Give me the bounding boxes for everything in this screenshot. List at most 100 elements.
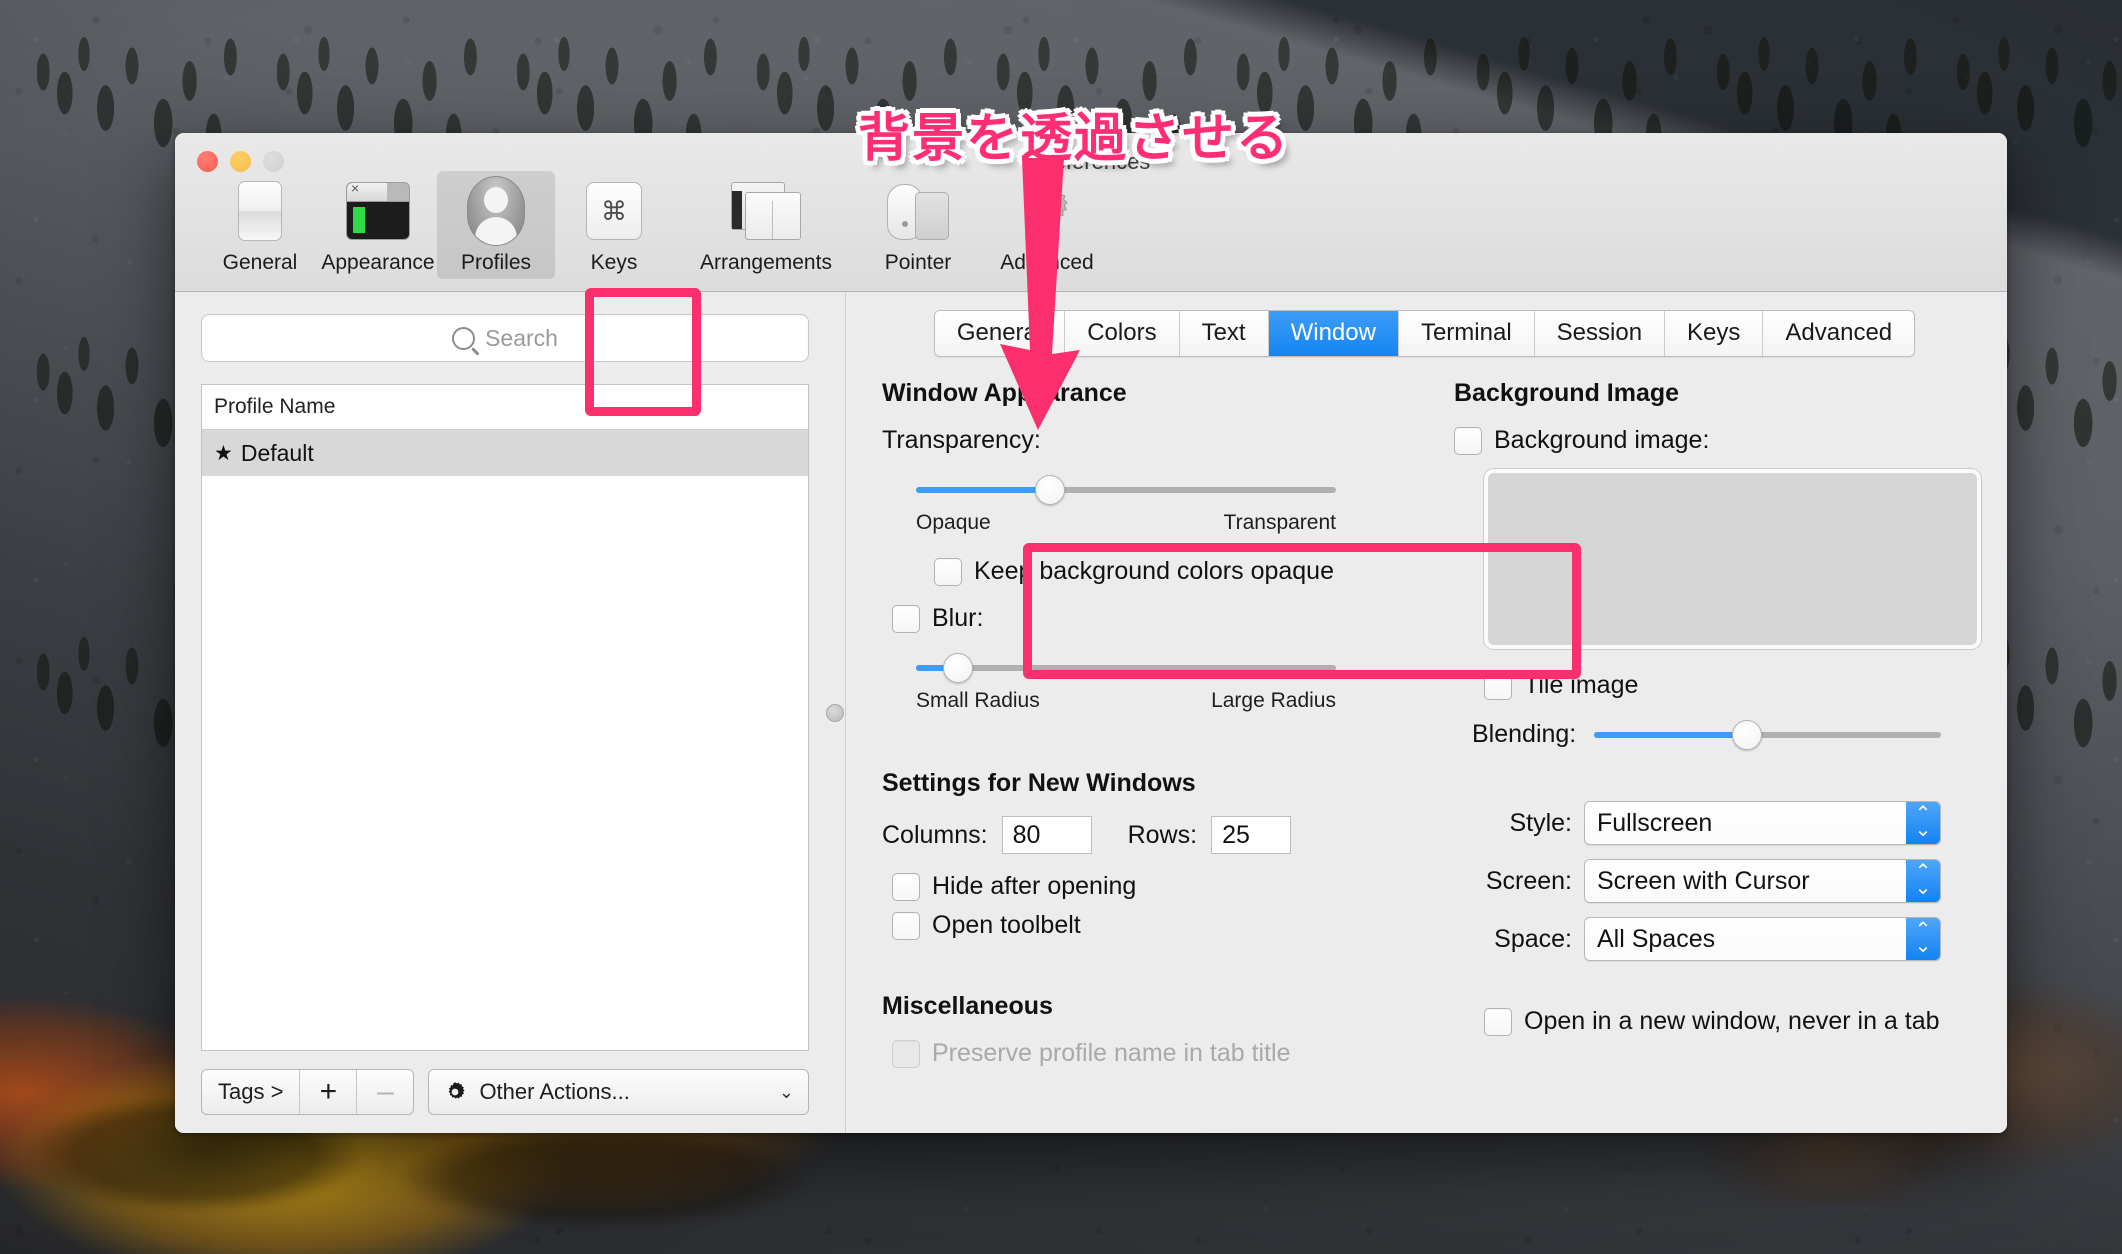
stepper-arrows-icon: ⌃ ⌄ xyxy=(1906,860,1940,902)
keys-icon: ⌘ xyxy=(586,177,642,245)
background-image-checkbox[interactable]: Background image: xyxy=(1454,426,1981,455)
checkbox-label: Blur: xyxy=(932,604,984,632)
toolbar-label: Arrangements xyxy=(700,251,832,274)
annotation-arrow-icon xyxy=(1000,158,1080,430)
tab-advanced[interactable]: Advanced xyxy=(1763,311,1915,356)
profiles-sidebar: Search Profile Name ★ Default Tags > + – xyxy=(175,292,835,1133)
column-header-profile-name[interactable]: Profile Name xyxy=(202,385,808,430)
preserve-profile-name-checkbox: Preserve profile name in tab title xyxy=(892,1039,1428,1068)
checkbox-box[interactable] xyxy=(892,604,920,633)
pointer-icon xyxy=(885,177,951,245)
checkbox-label: Preserve profile name in tab title xyxy=(932,1039,1291,1067)
blending-slider[interactable] xyxy=(1594,719,1941,750)
annotation-highlight-profiles xyxy=(585,288,701,416)
stepper-arrows-icon: ⌃ ⌄ xyxy=(1906,802,1940,844)
checkbox-box[interactable] xyxy=(892,872,920,901)
style-value: Fullscreen xyxy=(1585,802,1906,844)
toolbar-item-appearance[interactable]: Appearance xyxy=(319,171,437,279)
toolbar-label: Appearance xyxy=(321,251,435,274)
space-row: Space: All Spaces ⌃ ⌄ xyxy=(1454,917,1941,961)
columns-label: Columns: xyxy=(882,820,988,849)
tab-terminal[interactable]: Terminal xyxy=(1398,311,1535,356)
add-profile-button[interactable]: + xyxy=(300,1070,358,1114)
profiles-bottom-bar: Tags > + – Other Actions... ⌄ xyxy=(201,1069,809,1115)
toolbar-item-keys[interactable]: ⌘ Keys xyxy=(555,171,673,279)
annotation-highlight-transparency xyxy=(1023,543,1581,679)
toolbar-item-general[interactable]: General xyxy=(201,171,319,279)
checkbox-box[interactable] xyxy=(892,911,920,940)
transparency-slider-labels: Opaque Transparent xyxy=(916,511,1336,535)
pane-splitter[interactable] xyxy=(826,292,846,1133)
checkbox-label: Hide after opening xyxy=(932,872,1137,900)
other-actions-label: Other Actions... xyxy=(479,1079,630,1104)
transparency-slider[interactable] xyxy=(916,475,1336,505)
general-icon xyxy=(238,177,282,245)
style-row: Style: Fullscreen ⌃ ⌄ xyxy=(1454,801,1941,845)
search-placeholder: Search xyxy=(485,324,558,351)
section-heading-settings-new-windows: Settings for New Windows xyxy=(882,769,1196,797)
style-select[interactable]: Fullscreen ⌃ ⌄ xyxy=(1584,801,1941,845)
space-select[interactable]: All Spaces ⌃ ⌄ xyxy=(1584,917,1941,961)
transparency-max-label: Transparent xyxy=(1223,511,1336,534)
blur-min-label: Small Radius xyxy=(916,689,1040,712)
window-tab-panel: Window Appearance Transparency: Opaque T… xyxy=(868,357,1981,1133)
arrangements-icon xyxy=(731,177,801,245)
open-toolbelt-checkbox[interactable]: Open toolbelt xyxy=(892,911,1428,940)
search-input[interactable]: Search xyxy=(201,314,809,362)
hide-after-opening-checkbox[interactable]: Hide after opening xyxy=(892,872,1428,901)
toolbar-label: Profiles xyxy=(460,251,532,274)
window-options-group: Style: Fullscreen ⌃ ⌄ Screen: Screen with… xyxy=(1454,801,1981,961)
tags-button[interactable]: Tags > xyxy=(202,1070,301,1114)
gear-icon xyxy=(449,1082,465,1099)
blending-row: Blending: xyxy=(1472,719,1981,750)
screen-row: Screen: Screen with Cursor ⌃ ⌄ xyxy=(1454,859,1941,903)
background-image-column: Background Image Background image: Tile … xyxy=(1428,379,1981,1133)
open-in-new-window-checkbox[interactable]: Open in a new window, never in a tab xyxy=(1484,1007,1981,1036)
profile-name: Default xyxy=(240,439,314,466)
checkbox-label: Open toolbelt xyxy=(932,911,1081,939)
tab-keys[interactable]: Keys xyxy=(1665,311,1764,356)
search-icon xyxy=(452,326,476,350)
toolbar-label: Pointer xyxy=(884,251,952,274)
screen-select[interactable]: Screen with Cursor ⌃ ⌄ xyxy=(1584,859,1941,903)
rows-label: Rows: xyxy=(1127,820,1198,849)
toolbar-label: Keys xyxy=(590,251,638,274)
stepper-arrows-icon: ⌃ ⌄ xyxy=(1906,918,1940,960)
columns-input[interactable]: 80 xyxy=(1001,816,1092,854)
checkbox-box[interactable] xyxy=(1484,1007,1512,1036)
favorite-star-icon: ★ xyxy=(214,441,233,465)
checkbox-box xyxy=(892,1039,920,1068)
space-value: All Spaces xyxy=(1585,918,1906,960)
profiles-icon xyxy=(467,176,525,246)
remove-profile-button[interactable]: – xyxy=(357,1070,413,1114)
rows-input[interactable]: 25 xyxy=(1211,816,1292,854)
blur-slider-labels: Small Radius Large Radius xyxy=(916,689,1336,713)
table-row[interactable]: ★ Default xyxy=(202,430,808,476)
window-appearance-column: Window Appearance Transparency: Opaque T… xyxy=(868,379,1428,1133)
columns-rows-row: Columns: 80 Rows: 25 xyxy=(882,816,1428,854)
section-heading-miscellaneous: Miscellaneous xyxy=(882,992,1053,1020)
profile-list-table: Profile Name ★ Default xyxy=(201,384,809,1051)
tab-session[interactable]: Session xyxy=(1534,311,1666,356)
checkbox-label: Open in a new window, never in a tab xyxy=(1524,1007,1940,1035)
appearance-icon xyxy=(346,177,410,245)
section-heading-background-image: Background Image xyxy=(1454,379,1680,407)
blur-max-label: Large Radius xyxy=(1211,689,1336,712)
checkbox-box[interactable] xyxy=(934,557,962,586)
toolbar-item-arrangements[interactable]: Arrangements xyxy=(673,171,859,279)
screen-label: Screen: xyxy=(1485,866,1572,895)
screen-value: Screen with Cursor xyxy=(1585,860,1906,902)
other-actions-button[interactable]: Other Actions... ⌄ xyxy=(428,1069,809,1115)
checkbox-box[interactable] xyxy=(1454,426,1482,455)
blending-label: Blending: xyxy=(1472,720,1577,748)
tab-text[interactable]: Text xyxy=(1179,311,1269,356)
toolbar-item-profiles[interactable]: Profiles xyxy=(437,171,555,279)
toolbar-label: General xyxy=(222,251,298,274)
transparency-min-label: Opaque xyxy=(916,511,991,534)
space-label: Space: xyxy=(1494,924,1572,953)
tab-window[interactable]: Window xyxy=(1268,311,1399,356)
checkbox-label: Background image: xyxy=(1494,426,1710,454)
splitter-handle[interactable] xyxy=(826,703,844,722)
style-label: Style: xyxy=(1509,808,1572,837)
chevron-down-icon: ⌄ xyxy=(778,1081,794,1102)
